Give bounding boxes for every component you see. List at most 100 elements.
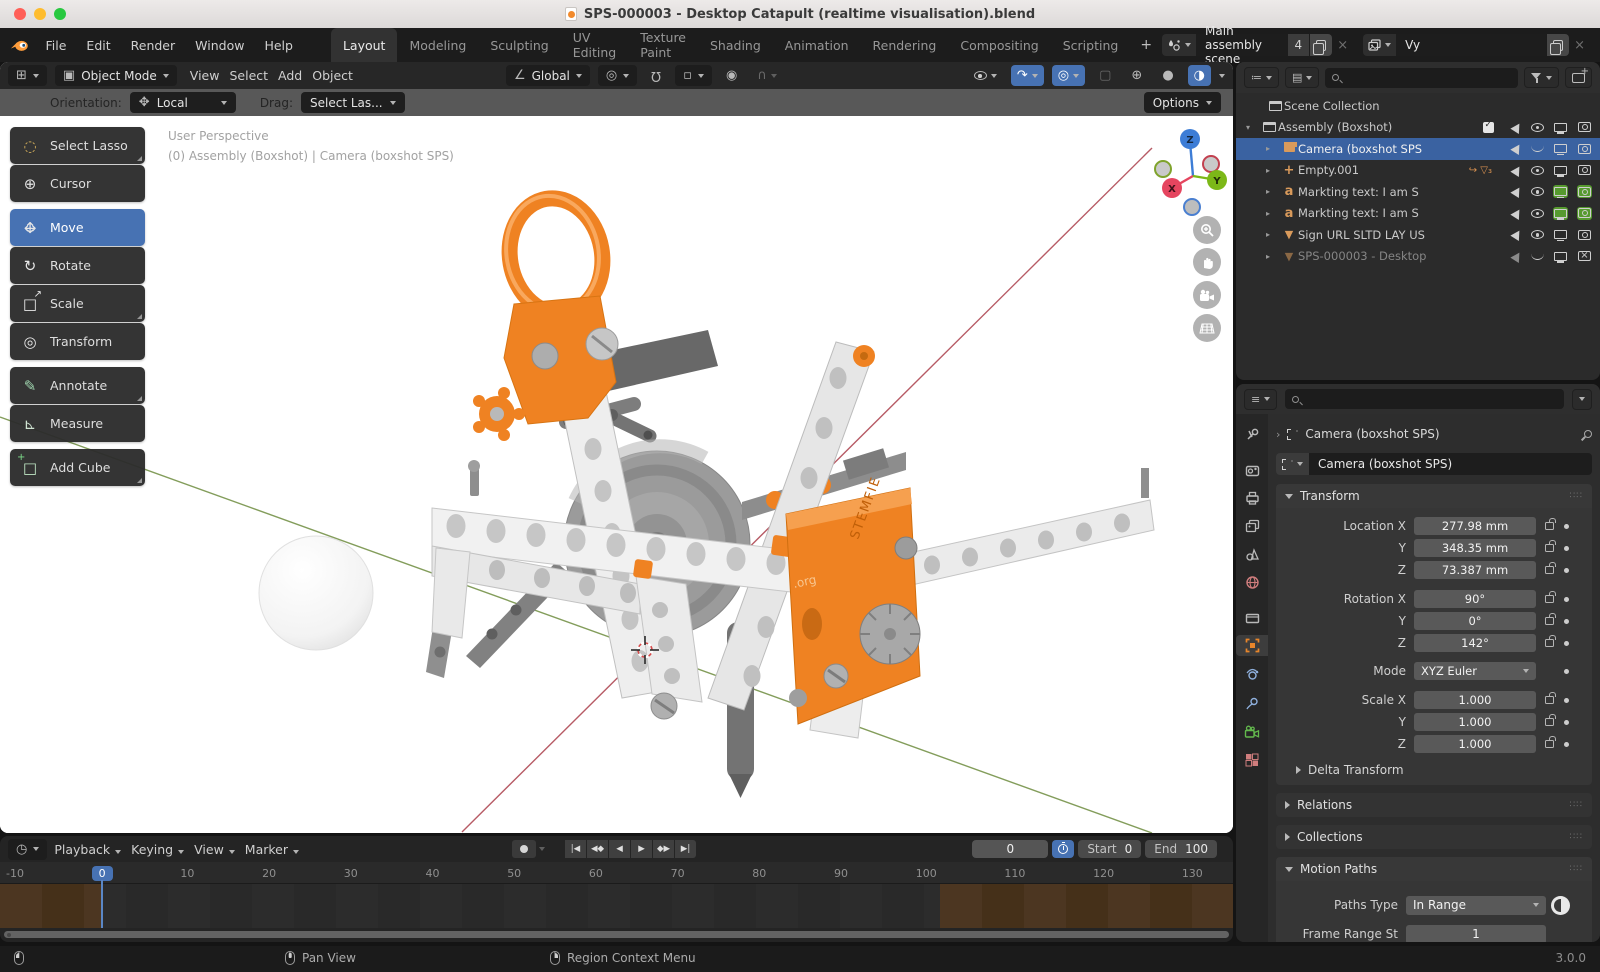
animate-dot[interactable] <box>1564 698 1569 703</box>
tool-button[interactable]: Select Lasso <box>10 127 145 164</box>
viewport-menu[interactable]: Add <box>273 68 307 83</box>
proportional-falloff-selector[interactable]: ∩ <box>751 65 783 86</box>
tab-view-layer[interactable] <box>1236 516 1268 536</box>
disable-in-renders-toggle[interactable] <box>1577 164 1592 177</box>
tool-button[interactable]: Add Cube <box>10 449 145 486</box>
timeline-scrollbar[interactable] <box>4 931 1229 938</box>
move-view-button[interactable] <box>1193 248 1221 276</box>
orientation-dropdown[interactable]: ✥Local <box>130 92 236 113</box>
playhead[interactable] <box>101 880 103 928</box>
xray-toggle[interactable]: ▢ <box>1093 65 1117 86</box>
workspace-tab[interactable]: UV Editing <box>561 28 629 62</box>
timeline-menu[interactable]: Marker <box>240 842 304 857</box>
lock-icon[interactable] <box>1545 696 1554 704</box>
tab-render[interactable] <box>1236 460 1268 480</box>
object-visibility-selector[interactable] <box>968 65 1003 86</box>
outliner-row[interactable]: ▸ Sign URL SLTD LAY US <box>1236 224 1600 246</box>
tab-constraints[interactable] <box>1236 693 1268 714</box>
frame-tick[interactable]: 60 <box>589 867 603 880</box>
disable-in-viewports-toggle[interactable] <box>1553 121 1568 134</box>
proportional-edit-toggle[interactable]: ◉ <box>720 65 743 86</box>
lock-icon[interactable] <box>1545 522 1554 530</box>
lock-icon[interactable] <box>1545 740 1554 748</box>
frame-tick[interactable]: 40 <box>425 867 439 880</box>
frame-tick[interactable]: 10 <box>180 867 194 880</box>
catapult-model[interactable]: STEMFIE .org <box>426 188 1154 798</box>
tab-collection[interactable] <box>1236 608 1268 627</box>
number-field[interactable]: 142° <box>1414 634 1536 652</box>
scene-users-badge[interactable]: 4 <box>1288 34 1310 56</box>
window-controls[interactable] <box>14 8 66 20</box>
menubar-item[interactable]: Window <box>185 34 254 57</box>
workspace-tab[interactable]: Modeling <box>397 28 478 62</box>
tab-object-data[interactable] <box>1236 722 1268 742</box>
play-reverse-button[interactable]: ◀ <box>609 840 630 858</box>
outliner-row[interactable]: ▸ Camera (boxshot SPS <box>1236 138 1600 160</box>
collection-checkbox[interactable] <box>1483 122 1494 133</box>
frame-start-field[interactable]: Start0 <box>1078 840 1141 858</box>
workspace-tab[interactable]: Rendering <box>861 28 949 62</box>
shading-material-button[interactable]: ◑ <box>1188 65 1211 86</box>
pin-icon[interactable] <box>1582 428 1593 439</box>
disable-in-renders-toggle[interactable] <box>1577 207 1592 220</box>
outliner-search-input[interactable] <box>1325 68 1518 88</box>
number-field[interactable]: 1.000 <box>1414 713 1536 731</box>
transform-panel-header[interactable]: Transform <box>1276 484 1592 508</box>
hide-in-viewport-toggle[interactable] <box>1531 145 1544 152</box>
properties-editor-type-button[interactable]: ≡ <box>1244 389 1277 410</box>
expand-arrow[interactable]: ▸ <box>1266 209 1280 218</box>
half-moon-toggle[interactable] <box>1551 896 1570 915</box>
view-layer-name-field[interactable]: Vy <box>1396 34 1546 56</box>
workspace-tab[interactable]: Texture Paint <box>628 28 698 62</box>
expand-arrow[interactable]: ▸ <box>1266 144 1280 153</box>
timeline-menu[interactable]: Playback <box>49 842 126 857</box>
timeline-menu[interactable]: Keying <box>126 842 189 857</box>
hide-in-viewport-toggle[interactable] <box>1531 209 1544 218</box>
tab-texture[interactable] <box>1236 750 1268 770</box>
paths-type-dropdown[interactable]: In Range <box>1406 896 1546 915</box>
outliner-filter-button[interactable] <box>1524 67 1559 88</box>
properties-search-input[interactable] <box>1285 389 1564 409</box>
drag-handle-icon[interactable] <box>1570 491 1583 501</box>
number-field[interactable]: 73.387 mm <box>1414 561 1536 579</box>
workspace-tab[interactable]: Scripting <box>1051 28 1131 62</box>
outliner-row[interactable]: ▸ SPS-000003 - Desktop <box>1236 246 1600 268</box>
viewport-canvas[interactable]: STEMFIE .org <box>0 116 1233 833</box>
frame-tick[interactable]: 0 <box>92 866 113 881</box>
drag-dropdown[interactable]: Select Las... <box>301 92 405 113</box>
timeline-menu[interactable]: View <box>189 842 240 857</box>
number-field[interactable]: 1.000 <box>1414 735 1536 753</box>
outliner-row[interactable]: ▾ Assembly (Boxshot) <box>1236 117 1600 139</box>
minimize-window-button[interactable] <box>34 8 46 20</box>
editor-type-button[interactable]: ⊞ <box>8 65 47 86</box>
lock-icon[interactable] <box>1545 566 1554 574</box>
animate-dot[interactable] <box>1564 546 1569 551</box>
menubar-item[interactable]: Edit <box>76 34 120 57</box>
workspace-tab[interactable]: Layout <box>331 28 398 62</box>
snap-target-selector[interactable]: ▫ <box>675 65 712 86</box>
workspace-tab[interactable]: Animation <box>773 28 861 62</box>
prev-keyframe-button[interactable]: ◀◆ <box>587 840 608 858</box>
browse-scene-button[interactable] <box>1162 34 1196 56</box>
tool-button[interactable]: Move <box>10 209 145 246</box>
frame-end-field[interactable]: End100 <box>1145 840 1217 858</box>
tool-button[interactable]: Measure <box>10 405 145 442</box>
scene-selector[interactable]: Main assembly scene 4 × <box>1162 34 1353 56</box>
animate-dot[interactable] <box>1564 669 1569 674</box>
number-field[interactable]: 0° <box>1414 612 1536 630</box>
disable-in-renders-toggle[interactable] <box>1577 185 1592 198</box>
play-button[interactable]: ▶ <box>631 840 652 858</box>
tab-world[interactable] <box>1236 572 1268 593</box>
pivot-point-selector[interactable]: ◎ <box>598 65 637 86</box>
hide-in-viewport-toggle[interactable] <box>1531 253 1544 260</box>
hide-in-viewport-toggle[interactable] <box>1531 123 1544 132</box>
frame-tick[interactable]: 80 <box>752 867 766 880</box>
tab-scene[interactable] <box>1236 544 1268 564</box>
disable-in-renders-toggle[interactable] <box>1577 250 1592 263</box>
projectile-ball[interactable] <box>259 536 373 650</box>
animate-dot[interactable] <box>1564 742 1569 747</box>
disable-in-viewports-toggle[interactable] <box>1553 142 1568 155</box>
new-collection-button[interactable] <box>1565 67 1592 88</box>
workspace-tab[interactable]: Sculpting <box>478 28 560 62</box>
tab-output[interactable] <box>1236 488 1268 508</box>
